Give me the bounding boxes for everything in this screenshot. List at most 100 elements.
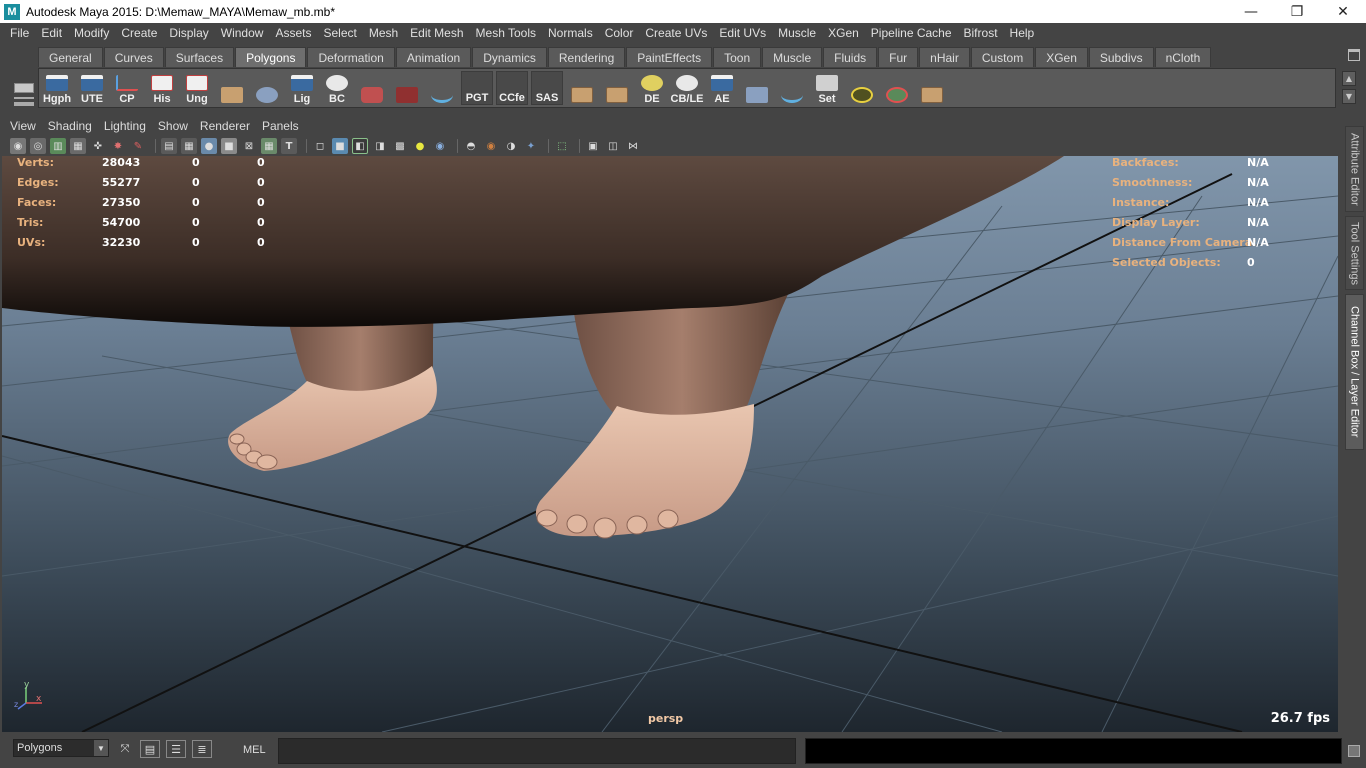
shelf-button-grid[interactable] bbox=[601, 71, 633, 105]
xray-icon[interactable]: ⊠ bbox=[241, 138, 257, 154]
menu-help[interactable]: Help bbox=[1004, 26, 1041, 40]
shelf-button-curve[interactable] bbox=[426, 71, 458, 105]
outliner-icon[interactable]: ☰ bbox=[166, 740, 186, 758]
menu-color[interactable]: Color bbox=[599, 26, 640, 40]
script-editor-list-icon[interactable]: ≣ bbox=[192, 740, 212, 758]
close-button[interactable]: ✕ bbox=[1320, 0, 1366, 23]
camera-attributes-icon[interactable]: ◎ bbox=[30, 138, 46, 154]
tab-animation[interactable]: Animation bbox=[395, 47, 472, 67]
dock-tab-tool-settings[interactable]: Tool Settings bbox=[1345, 216, 1364, 290]
textured-icon[interactable]: ▦ bbox=[261, 138, 277, 154]
shelf-button-target[interactable] bbox=[846, 71, 878, 105]
trash-icon[interactable] bbox=[1348, 49, 1360, 61]
menu-pipeline-cache[interactable]: Pipeline Cache bbox=[865, 26, 958, 40]
tab-xgen[interactable]: XGen bbox=[1035, 47, 1088, 67]
shelf-button-lig[interactable]: Lig bbox=[286, 71, 318, 105]
menu-assets[interactable]: Assets bbox=[269, 26, 317, 40]
shelf-options-handle[interactable] bbox=[10, 49, 38, 109]
shelf-button-pgt[interactable]: PGT bbox=[461, 71, 493, 105]
shelf-button-set[interactable]: Set bbox=[811, 71, 843, 105]
tab-deformation[interactable]: Deformation bbox=[307, 47, 395, 67]
panel-menu-shading[interactable]: Shading bbox=[42, 119, 98, 133]
shelf-scroll-up-icon[interactable]: ▲ bbox=[1342, 71, 1356, 86]
shelf-button-his[interactable]: His bbox=[146, 71, 178, 105]
menu-edit-mesh[interactable]: Edit Mesh bbox=[404, 26, 469, 40]
script-language-label[interactable]: MEL bbox=[243, 744, 266, 756]
bookmarks-icon[interactable]: ▥ bbox=[50, 138, 66, 154]
menu-edit-uvs[interactable]: Edit UVs bbox=[713, 26, 772, 40]
frame-all-icon[interactable]: ▣ bbox=[585, 138, 601, 154]
panel-menu-lighting[interactable]: Lighting bbox=[98, 119, 152, 133]
tab-polygons[interactable]: Polygons bbox=[235, 47, 307, 67]
menu-create-uvs[interactable]: Create UVs bbox=[639, 26, 713, 40]
light-icon[interactable]: ● bbox=[412, 138, 428, 154]
shelf-button-camera[interactable] bbox=[391, 71, 423, 105]
isolate-icon[interactable]: ◧ bbox=[352, 138, 368, 154]
menu-create[interactable]: Create bbox=[115, 26, 163, 40]
menu-select[interactable]: Select bbox=[317, 26, 362, 40]
resolution-gate-icon[interactable]: ✎ bbox=[130, 138, 146, 154]
tab-ncloth[interactable]: nCloth bbox=[1154, 47, 1212, 67]
motion-blur-icon[interactable]: ◉ bbox=[483, 138, 499, 154]
menu-muscle[interactable]: Muscle bbox=[772, 26, 822, 40]
tab-dynamics[interactable]: Dynamics bbox=[472, 47, 547, 67]
dock-tab-channel-box-layer-editor[interactable]: Channel Box / Layer Editor bbox=[1345, 294, 1364, 450]
film-gate-icon[interactable]: ✸ bbox=[110, 138, 126, 154]
frame-selected-icon[interactable]: ◫ bbox=[605, 138, 621, 154]
cube-icon[interactable]: ◨ bbox=[372, 138, 388, 154]
menu-display[interactable]: Display bbox=[163, 26, 214, 40]
depth-of-field-icon[interactable]: ✦ bbox=[523, 138, 539, 154]
shelf-button-curve[interactable] bbox=[776, 71, 808, 105]
shelf-button-ccfe[interactable]: CCfe bbox=[496, 71, 528, 105]
layout-panel-icon[interactable]: ▤ bbox=[140, 740, 160, 758]
tab-subdivs[interactable]: Subdivs bbox=[1088, 47, 1154, 67]
shelf-button-sas[interactable]: SAS bbox=[531, 71, 563, 105]
menu-bifrost[interactable]: Bifrost bbox=[958, 26, 1004, 40]
shelf-button-cb-le[interactable]: CB/LE bbox=[671, 71, 704, 105]
shelf-button-grid[interactable] bbox=[916, 71, 948, 105]
tab-fur[interactable]: Fur bbox=[878, 47, 919, 67]
flat-shade-icon[interactable]: ■ bbox=[221, 138, 237, 154]
tab-surfaces[interactable]: Surfaces bbox=[164, 47, 235, 67]
shelf-button-sphere[interactable] bbox=[881, 71, 913, 105]
snap-icon[interactable]: ⤧ bbox=[115, 740, 135, 758]
command-input[interactable] bbox=[278, 738, 796, 764]
menu-normals[interactable]: Normals bbox=[542, 26, 599, 40]
share-icon[interactable]: ⋈ bbox=[625, 138, 641, 154]
select-mode-icon[interactable]: ⬚ bbox=[554, 138, 570, 154]
tab-general[interactable]: General bbox=[38, 47, 103, 67]
shelf-button-de[interactable]: DE bbox=[636, 71, 668, 105]
image-plane-icon[interactable]: ▦ bbox=[70, 138, 86, 154]
tab-muscle[interactable]: Muscle bbox=[762, 47, 823, 67]
tab-nhair[interactable]: nHair bbox=[919, 47, 970, 67]
perspective-viewport[interactable]: Verts: 28043 0 0 Edges: 55277 0 0 Faces: 27350 0 0 T… bbox=[2, 156, 1338, 732]
tab-custom[interactable]: Custom bbox=[970, 47, 1035, 67]
shaded-icon[interactable]: ● bbox=[201, 138, 217, 154]
menu-mesh-tools[interactable]: Mesh Tools bbox=[470, 26, 542, 40]
menu-modify[interactable]: Modify bbox=[68, 26, 115, 40]
panel-menu-panels[interactable]: Panels bbox=[256, 119, 305, 133]
grid-toggle-icon[interactable]: ✜ bbox=[90, 138, 106, 154]
shelf-button-bc[interactable]: BC bbox=[321, 71, 353, 105]
cube-wire-icon[interactable]: ◻ bbox=[312, 138, 328, 154]
menu-mesh[interactable]: Mesh bbox=[363, 26, 404, 40]
shelf-button-ae[interactable]: AE bbox=[706, 71, 738, 105]
menu-xgen[interactable]: XGen bbox=[822, 26, 865, 40]
shelf-button-grid[interactable] bbox=[566, 71, 598, 105]
shelf-scroll-down-icon[interactable]: ▼ bbox=[1342, 89, 1356, 104]
text-icon[interactable]: T bbox=[281, 138, 297, 154]
shelf-button-transform[interactable] bbox=[356, 71, 388, 105]
tab-curves[interactable]: Curves bbox=[103, 47, 164, 67]
script-editor-icon[interactable] bbox=[1348, 745, 1360, 757]
shelf-button-globe[interactable] bbox=[251, 71, 283, 105]
panel-menu-renderer[interactable]: Renderer bbox=[194, 119, 256, 133]
smooth-shade-icon[interactable]: ▦ bbox=[181, 138, 197, 154]
tab-rendering[interactable]: Rendering bbox=[547, 47, 626, 67]
checker-icon[interactable]: ▩ bbox=[392, 138, 408, 154]
panel-menu-view[interactable]: View bbox=[4, 119, 42, 133]
tab-painteffects[interactable]: PaintEffects bbox=[626, 47, 713, 67]
select-camera-icon[interactable]: ◉ bbox=[10, 138, 26, 154]
restore-button[interactable]: ❐ bbox=[1274, 0, 1320, 23]
shelf-button-book[interactable] bbox=[216, 71, 248, 105]
tab-toon[interactable]: Toon bbox=[713, 47, 762, 67]
